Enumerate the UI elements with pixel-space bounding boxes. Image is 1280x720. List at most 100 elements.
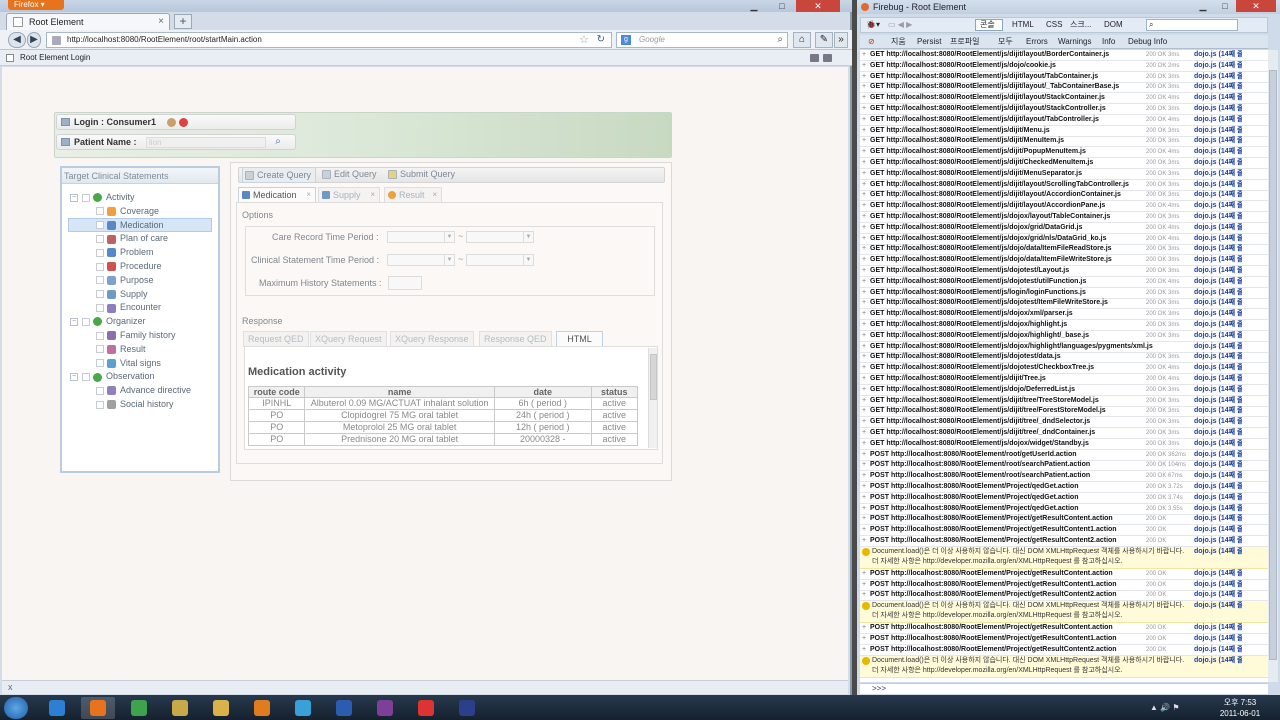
tree-item[interactable]: − Observation <box>70 370 155 382</box>
source-link[interactable]: dojo.js (14째 줄) <box>1194 190 1242 200</box>
tab-xquery-request[interactable]: XQuery Request <box>310 331 387 347</box>
taskbar-app-folder-icon[interactable] <box>204 697 238 719</box>
expand-row-icon[interactable]: + <box>862 234 866 244</box>
console-request-row[interactable]: + POST http://localhost:8080/RootElement/… <box>860 450 1268 461</box>
clock[interactable]: 오후 7:53 2011-06-01 <box>1210 697 1270 719</box>
source-link[interactable]: dojo.js (14째 줄) <box>1194 396 1242 406</box>
console-request-row[interactable]: + GET http://localhost:8080/RootElement/j… <box>860 104 1268 115</box>
console-request-row[interactable]: + GET http://localhost:8080/RootElement/j… <box>860 136 1268 148</box>
expand-row-icon[interactable]: + <box>862 223 866 233</box>
expand-row-icon[interactable]: + <box>862 190 866 200</box>
tree-item[interactable]: Family history <box>96 329 176 341</box>
source-link[interactable]: dojo.js (14째 줄) <box>1194 439 1242 449</box>
source-link[interactable]: dojo.js (14째 줄) <box>1194 460 1242 470</box>
console-request-row[interactable]: + GET http://localhost:8080/RootElement/j… <box>860 126 1268 137</box>
expand-row-icon[interactable]: + <box>862 428 866 438</box>
console-request-row[interactable]: + GET http://localhost:8080/RootElement/j… <box>860 72 1268 83</box>
taskbar-app-outlook-icon[interactable] <box>245 697 279 719</box>
filter-debug-info[interactable]: Debug Info <box>1128 35 1167 49</box>
bookmark-star-icon[interactable]: ☆ <box>579 33 589 47</box>
source-link[interactable]: dojo.js (14째 줄) <box>1194 212 1242 222</box>
console-request-row[interactable]: + GET http://localhost:8080/RootElement/j… <box>860 406 1268 418</box>
care-record-start-select[interactable]: ▼ <box>387 231 455 243</box>
firefox-menu-button[interactable]: Firefox ▾ <box>8 0 64 10</box>
source-link[interactable]: dojo.js (14째 줄) <box>1194 104 1242 114</box>
console-request-row[interactable]: + GET http://localhost:8080/RootElement/j… <box>860 212 1268 223</box>
firebug-search-input[interactable]: ⌕ <box>1146 19 1238 31</box>
expand-row-icon[interactable]: + <box>862 93 866 103</box>
submit-query-button[interactable]: Submit Query <box>386 167 455 183</box>
expand-row-icon[interactable]: + <box>862 72 866 82</box>
tree-checkbox[interactable] <box>96 345 104 354</box>
address-bar[interactable]: http://localhost:8080/RootElement/root/s… <box>46 32 612 48</box>
console-request-row[interactable]: + POST http://localhost:8080/RootElement/… <box>860 536 1268 547</box>
tree-checkbox[interactable] <box>82 317 90 326</box>
tab-close-icon[interactable]: × <box>158 14 164 30</box>
source-link[interactable]: dojo.js (14째 줄) <box>1194 82 1242 92</box>
edit-query-button[interactable]: Edit Query <box>320 167 377 183</box>
tree-item[interactable]: − Activity <box>70 191 135 203</box>
console-request-row[interactable]: + POST http://localhost:8080/RootElement/… <box>860 634 1268 645</box>
tree-item[interactable]: Encounter <box>96 301 161 313</box>
console-request-row[interactable]: + GET http://localhost:8080/RootElement/j… <box>860 396 1268 407</box>
source-link[interactable]: dojo.js (14째 줄) <box>1194 385 1242 395</box>
source-link[interactable]: dojo.js (14째 줄) <box>1194 417 1242 427</box>
logout-icon[interactable] <box>179 118 188 127</box>
result-scrollbar[interactable] <box>648 348 657 448</box>
create-query-button[interactable]: Create Query <box>242 167 316 183</box>
tab-close-icon[interactable]: × <box>432 188 437 202</box>
home-icon[interactable]: ⌂ <box>793 32 811 48</box>
expand-row-icon[interactable]: + <box>862 82 866 92</box>
taskbar-app-onenote-icon[interactable] <box>368 697 402 719</box>
source-link[interactable]: dojo.js (14째 줄) <box>1194 136 1242 146</box>
taskbar-app-word-icon[interactable] <box>327 697 361 719</box>
tree-item[interactable]: Procedure <box>96 260 162 272</box>
expand-row-icon[interactable]: + <box>862 385 866 395</box>
tree-item[interactable]: Plan of care <box>96 232 168 244</box>
source-link[interactable]: dojo.js (14째 줄) <box>1194 601 1242 611</box>
console-request-row[interactable]: + GET http://localhost:8080/RootElement/j… <box>860 374 1268 385</box>
source-link[interactable]: dojo.js (14째 줄) <box>1194 374 1242 384</box>
expand-row-icon[interactable]: + <box>862 471 866 481</box>
tree-checkbox[interactable] <box>82 373 90 382</box>
console-request-row[interactable]: + GET http://localhost:8080/RootElement/j… <box>860 61 1268 72</box>
console-request-row[interactable]: + GET http://localhost:8080/RootElement/j… <box>860 147 1268 159</box>
console-command-line[interactable]: >>> <box>860 683 1268 694</box>
source-link[interactable]: dojo.js (14째 줄) <box>1194 504 1242 514</box>
tree-expander-icon[interactable]: − <box>70 193 78 202</box>
expand-row-icon[interactable]: + <box>862 439 866 449</box>
bookmark-root-element-login[interactable]: Root Element Login <box>20 53 90 62</box>
reading-list-icon[interactable] <box>823 54 832 62</box>
tab-request-qed[interactable]: Request QED <box>243 331 309 347</box>
console-request-row[interactable]: + POST http://localhost:8080/RootElement/… <box>860 482 1268 493</box>
back-arrow-icon[interactable]: ◀ <box>8 32 26 48</box>
tab-supply[interactable]: Supply × <box>318 187 380 202</box>
console-request-row[interactable]: + GET http://localhost:8080/RootElement/j… <box>860 50 1268 61</box>
console-request-row[interactable]: + GET http://localhost:8080/RootElement/j… <box>860 298 1268 310</box>
console-request-row[interactable]: + GET http://localhost:8080/RootElement/j… <box>860 439 1268 450</box>
patient-search-icon[interactable]: ⌕ <box>272 136 284 148</box>
source-link[interactable]: dojo.js (14째 줄) <box>1194 234 1242 244</box>
source-link[interactable]: dojo.js (14째 줄) <box>1194 331 1242 341</box>
console-request-row[interactable]: + POST http://localhost:8080/RootElement/… <box>860 514 1268 526</box>
console-request-row[interactable]: + POST http://localhost:8080/RootElement/… <box>860 460 1268 472</box>
clinical-statement-end-select[interactable]: ▼ <box>466 254 534 266</box>
tree-item[interactable]: Social history <box>96 398 174 410</box>
console-scrollbar-thumb[interactable] <box>1269 70 1277 660</box>
console-request-row[interactable]: + GET http://localhost:8080/RootElement/j… <box>860 288 1268 299</box>
expand-row-icon[interactable]: + <box>862 147 866 157</box>
search-box[interactable]: g Google ⌕ <box>616 32 788 48</box>
tab-console[interactable]: 콘솔 <box>980 18 995 32</box>
expand-row-icon[interactable]: + <box>862 50 866 60</box>
tree-checkbox[interactable] <box>96 262 104 271</box>
source-link[interactable]: dojo.js (14째 줄) <box>1194 645 1242 655</box>
expand-row-icon[interactable]: + <box>862 634 866 644</box>
tree-checkbox[interactable] <box>82 193 90 202</box>
inspect-icon[interactable]: ▭ ◀ ▶ <box>888 18 912 32</box>
filter-errors[interactable]: Errors <box>1026 35 1048 49</box>
expand-row-icon[interactable]: + <box>862 482 866 492</box>
expand-row-icon[interactable]: + <box>862 460 866 470</box>
expand-row-icon[interactable]: + <box>862 158 866 168</box>
source-link[interactable]: dojo.js (14째 줄) <box>1194 255 1242 265</box>
console-request-row[interactable]: + POST http://localhost:8080/RootElement/… <box>860 580 1268 591</box>
